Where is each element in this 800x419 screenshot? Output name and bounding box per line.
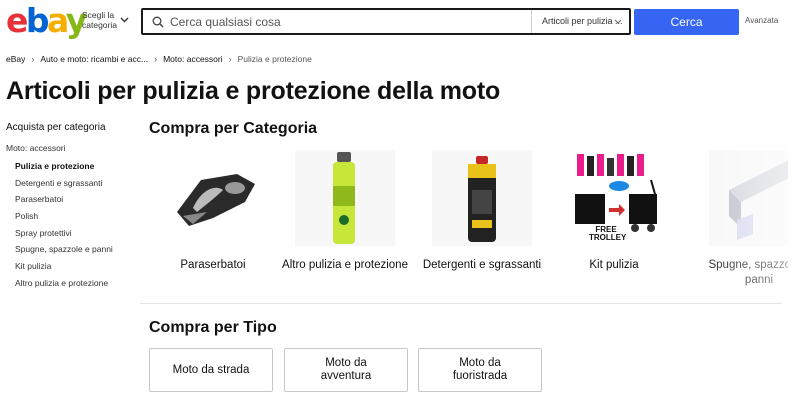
chevron-right-icon: ›	[31, 54, 35, 64]
sidebar-item-spray-protettivi[interactable]: Spray protettivi	[6, 225, 136, 242]
category-card-paraserbatoi[interactable]: Paraserbatoi	[148, 150, 278, 273]
sidebar-item-pulizia-protezione[interactable]: Pulizia e protezione	[6, 158, 136, 175]
category-selector-label: Scegli la categoria	[82, 10, 117, 30]
breadcrumb-item-ebay[interactable]: eBay	[6, 54, 25, 64]
search-bar: Articoli per pulizia ...	[141, 8, 631, 35]
category-card-label: Spugne, spazzole e panni	[708, 259, 788, 286]
category-card-label: Detergenti e sgrassanti	[422, 259, 542, 271]
ebay-logo[interactable]: ebay	[6, 1, 87, 40]
category-card-kit-pulizia[interactable]: FREE TROLLEY Kit pulizia	[549, 150, 679, 273]
sidebar-item-spugne[interactable]: Spugne, spazzole e panni	[6, 241, 136, 258]
logo-letter-b: b	[25, 1, 50, 40]
advanced-search-link[interactable]: Avanzata	[745, 16, 778, 25]
page-title: Articoli per pulizia e protezione della …	[6, 77, 501, 105]
shop-by-type-heading: Compra per Tipo	[149, 319, 277, 336]
search-scope-select[interactable]: Articoli per pulizia ...	[531, 10, 631, 33]
breadcrumb: eBay › Auto e moto: ricambi e acc... › Moto:…	[6, 54, 312, 64]
shop-by-category-heading: Compra per Categoria	[149, 120, 318, 137]
search-icon	[152, 15, 164, 28]
free-trolley-text: FREE TROLLEY	[589, 225, 627, 242]
sidebar-item-altro[interactable]: Altro pulizia e protezione	[6, 275, 136, 292]
type-button-label: Moto da fuoristrada	[452, 357, 508, 382]
sidebar-item-paraserbatoi[interactable]: Paraserbatoi	[6, 191, 136, 208]
category-card-spugne[interactable]: Spugne, spazzole e panni	[694, 150, 788, 288]
chevron-right-icon: ›	[154, 54, 158, 64]
breadcrumb-item-auto-moto[interactable]: Auto e moto: ricambi e acc...	[40, 54, 148, 64]
category-card-detergenti[interactable]: Detergenti e sgrassanti	[417, 150, 547, 273]
section-divider	[140, 303, 782, 304]
chevron-down-icon	[614, 10, 622, 42]
chevron-right-icon: ›	[228, 54, 232, 64]
type-button-strada[interactable]: Moto da strada	[149, 348, 273, 392]
category-card-label: Paraserbatoi	[180, 259, 246, 271]
logo-letter-a: a	[47, 1, 68, 40]
category-carousel: Paraserbatoi Altro pulizia e protezione …	[148, 150, 788, 300]
sidebar: Acquista per categoria Moto: accessori P…	[6, 122, 136, 292]
category-card-label: Kit pulizia	[589, 259, 639, 271]
sidebar-item-polish[interactable]: Polish	[6, 208, 136, 225]
type-button-fuoristrada[interactable]: Moto da fuoristrada	[418, 348, 542, 392]
spray-can-image	[295, 150, 395, 246]
category-card-label: Altro pulizia e protezione	[282, 259, 408, 271]
chevron-down-icon	[120, 16, 129, 26]
search-button[interactable]: Cerca	[634, 9, 739, 35]
type-button-label: Moto da avventura	[320, 357, 372, 382]
sidebar-parent-category[interactable]: Moto: accessori	[6, 143, 136, 153]
search-input[interactable]	[170, 12, 520, 32]
sponge-image	[709, 150, 788, 246]
degreaser-can-image	[432, 150, 532, 246]
sidebar-item-detergenti[interactable]: Detergenti e sgrassanti	[6, 175, 136, 192]
search-scope-label: Articoli per pulizia ...	[542, 16, 623, 26]
cleaning-kit-image: FREE TROLLEY	[559, 150, 669, 246]
breadcrumb-item-current: Pulizia e protezione	[237, 54, 312, 64]
sidebar-heading: Acquista per categoria	[6, 122, 106, 133]
category-selector[interactable]: Scegli la categoria	[82, 10, 134, 30]
logo-letter-e: e	[6, 1, 28, 40]
category-card-altro-pulizia[interactable]: Altro pulizia e protezione	[280, 150, 410, 273]
type-button-avventura[interactable]: Moto da avventura	[284, 348, 408, 392]
breadcrumb-item-moto-accessori[interactable]: Moto: accessori	[163, 54, 223, 64]
sidebar-item-kit-pulizia[interactable]: Kit pulizia	[6, 258, 136, 275]
tank-pad-image	[163, 150, 263, 246]
